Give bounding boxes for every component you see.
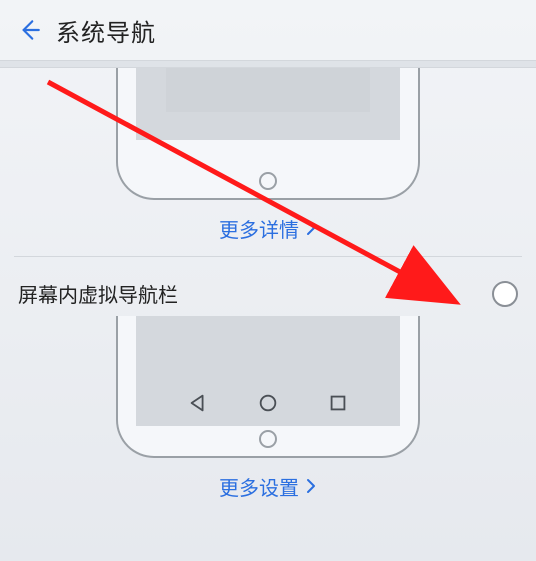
phone-mock-virtual — [116, 316, 420, 458]
phone-screen-area — [136, 68, 400, 140]
gesture-bar-illustration — [166, 68, 370, 112]
triangle-back-icon — [187, 392, 209, 414]
chevron-right-icon — [305, 478, 317, 494]
back-button[interactable] — [12, 13, 46, 47]
nav-option-virtual-row[interactable]: 屏幕内虚拟导航栏 — [0, 257, 536, 316]
phone-screen-area — [136, 316, 400, 426]
nav-option-virtual-preview: 更多设置 — [0, 316, 536, 514]
square-recent-icon — [327, 392, 349, 414]
nav-option-virtual-radio[interactable] — [492, 281, 518, 307]
header-bar: 系统导航 — [0, 0, 536, 60]
phone-home-indicator-icon — [259, 172, 277, 190]
phone-mock-gesture — [116, 68, 420, 200]
back-arrow-icon — [16, 17, 42, 43]
nav-option-gesture-preview: 更多详情 — [0, 68, 536, 256]
chevron-right-icon — [305, 220, 317, 236]
more-settings-label: 更多设置 — [219, 472, 299, 501]
circle-home-icon — [257, 392, 279, 414]
header-separator — [0, 60, 536, 68]
more-details-link[interactable]: 更多详情 — [14, 200, 522, 256]
virtual-nav-bar — [136, 392, 400, 414]
settings-screen: 系统导航 更多详情 屏幕内虚拟导航栏 — [0, 0, 536, 561]
phone-home-indicator-icon — [259, 430, 277, 448]
more-settings-link[interactable]: 更多设置 — [14, 458, 522, 514]
nav-option-virtual-label: 屏幕内虚拟导航栏 — [18, 279, 178, 308]
page-title: 系统导航 — [56, 13, 156, 48]
more-details-label: 更多详情 — [219, 214, 299, 243]
